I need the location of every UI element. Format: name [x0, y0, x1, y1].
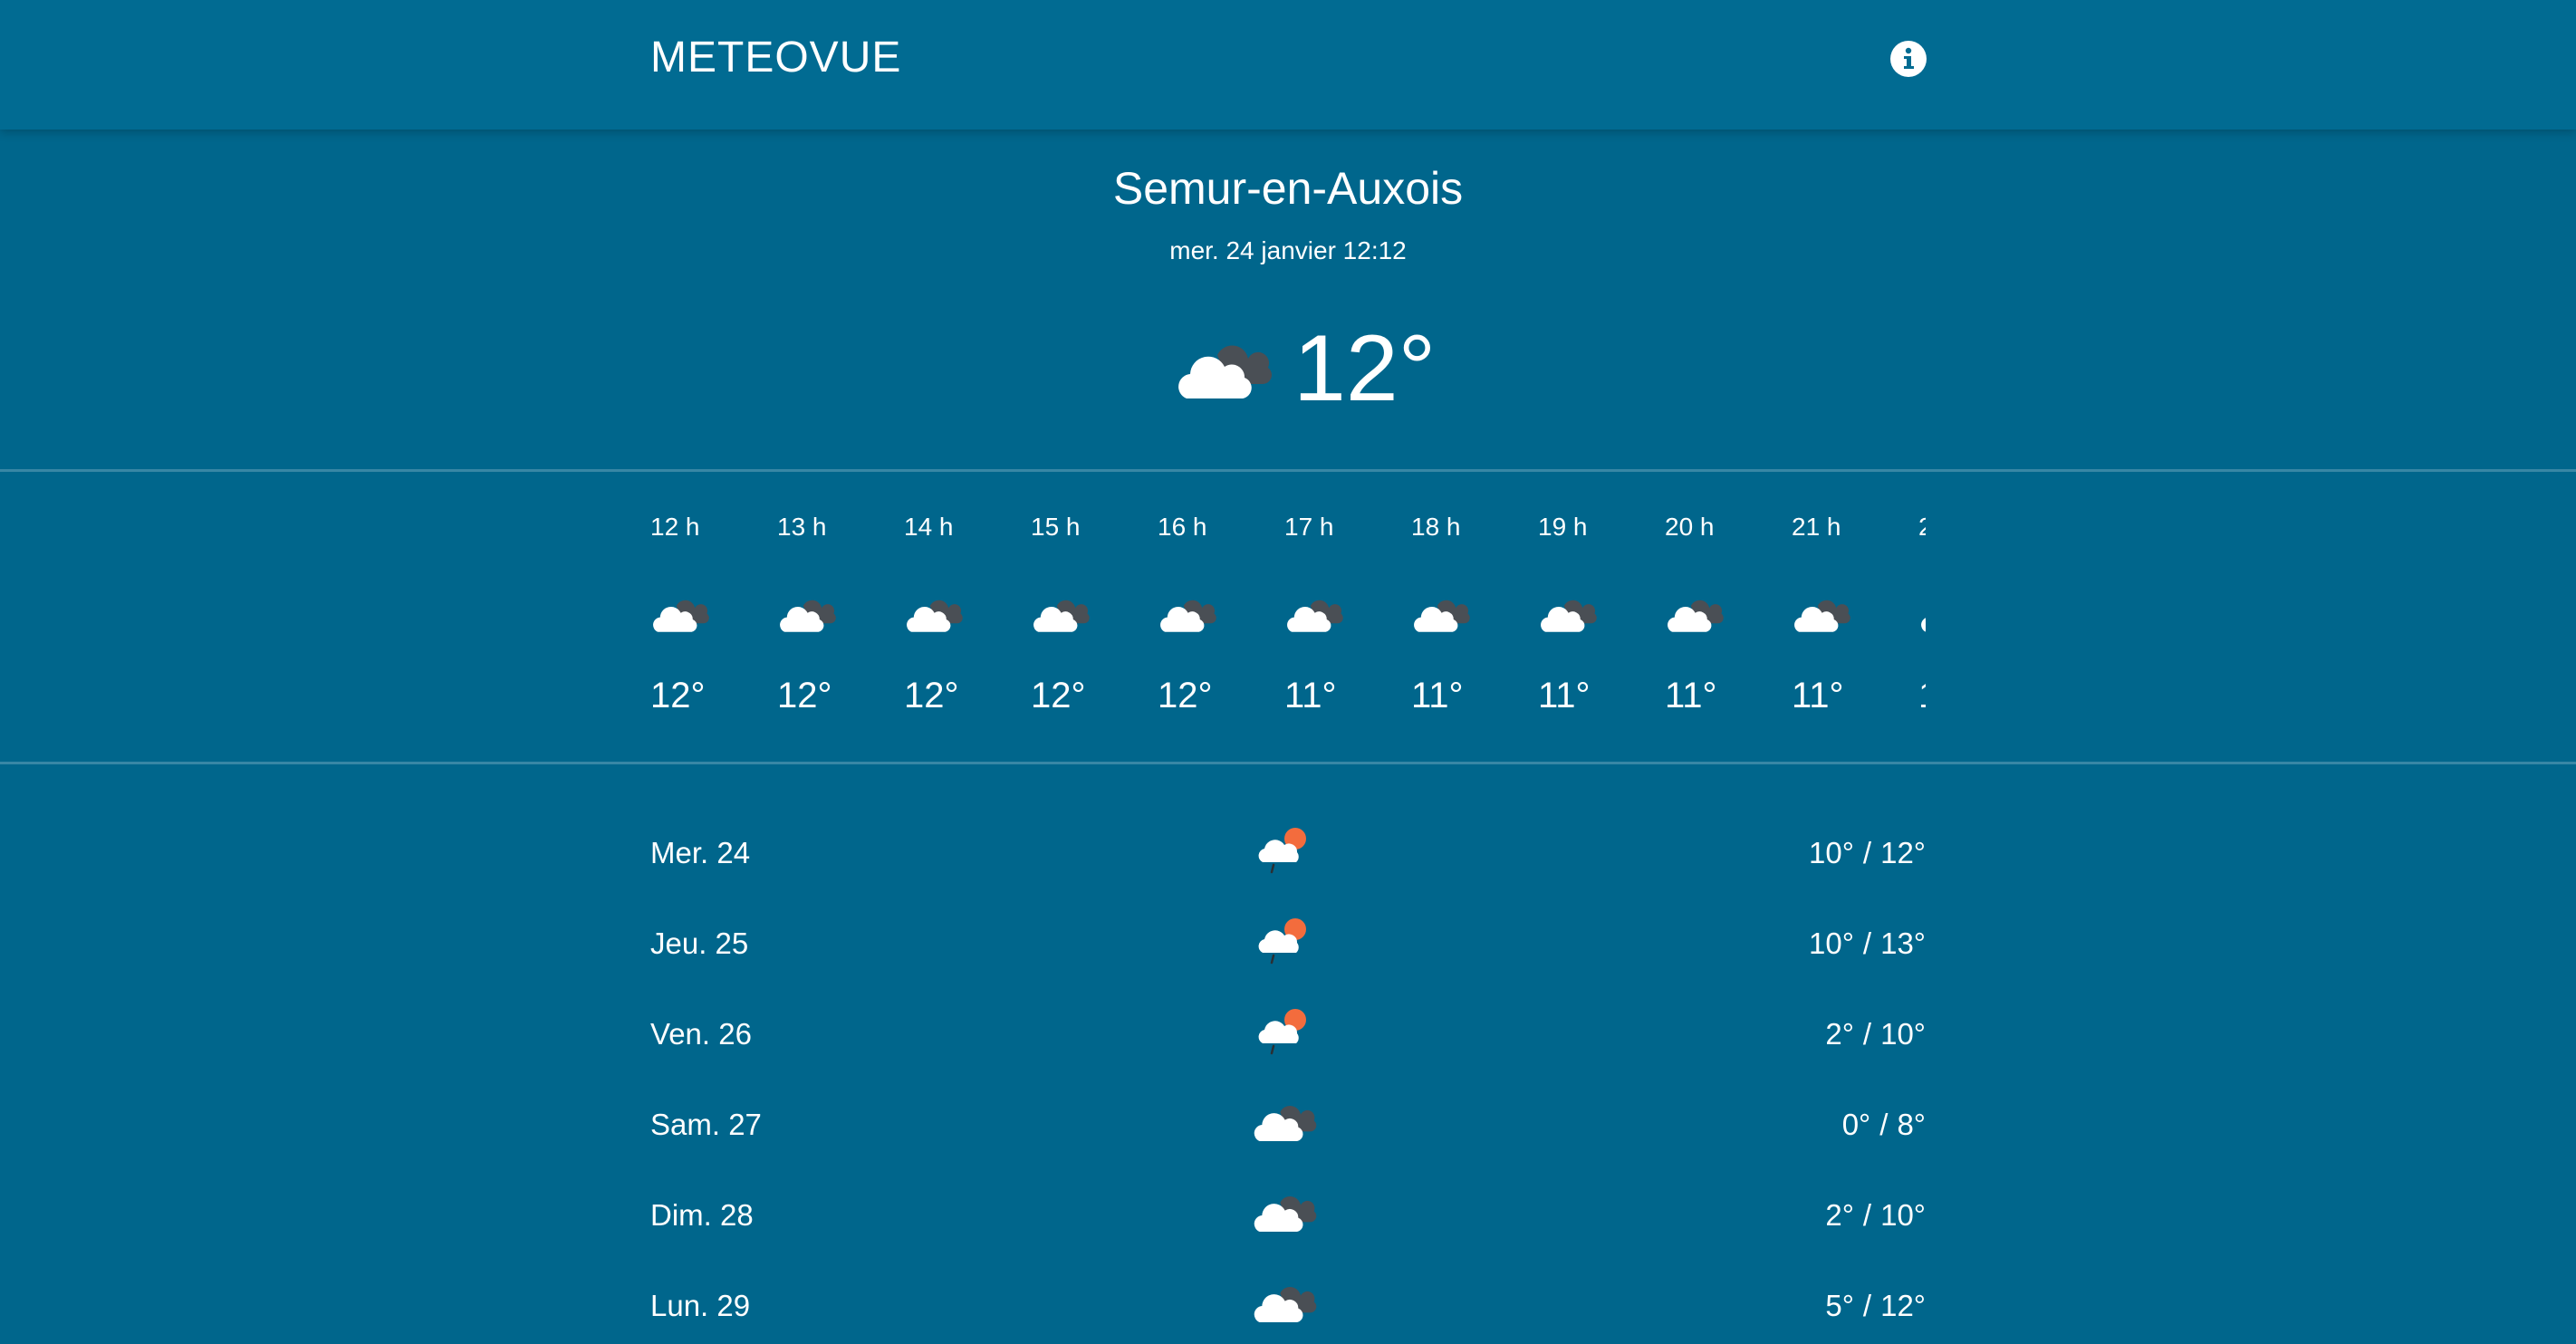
range-separator: / — [1862, 926, 1872, 960]
info-button[interactable] — [1890, 41, 1927, 77]
cloudy-icon — [1792, 590, 1851, 635]
hour-temperature: 11° — [1411, 676, 1464, 715]
app-logo[interactable]: METEOVUE — [650, 33, 901, 83]
cloudy-icon — [650, 590, 710, 635]
hour-label: 15 h — [1031, 513, 1081, 541]
hour-item: 16 h 12° — [1158, 494, 1230, 738]
day-row[interactable]: Lun. 29 5°/12° — [650, 1268, 1926, 1340]
min-temperature: 10° — [1809, 836, 1854, 869]
temperature-range: 2°/10° — [1825, 1016, 1926, 1052]
hour-temperature: 11° — [1665, 676, 1717, 715]
current-datetime: mer. 24 janvier 12:12 — [1169, 236, 1407, 264]
hour-label: 18 h — [1411, 513, 1461, 541]
cloudy-icon — [1538, 590, 1598, 635]
day-row[interactable]: Sam. 27 0°/8° — [650, 1087, 1926, 1159]
cloudy-icon — [904, 590, 964, 635]
app-header: METEOVUE — [0, 0, 2576, 130]
max-temperature: 10° — [1880, 1198, 1926, 1232]
hour-label: 22 h — [1918, 513, 1926, 541]
range-separator: / — [1862, 1017, 1872, 1051]
max-temperature: 13° — [1880, 926, 1926, 960]
hour-label: 21 h — [1792, 513, 1841, 541]
hour-temperature: 12° — [650, 676, 706, 715]
hour-label: 14 h — [904, 513, 954, 541]
max-temperature: 12° — [1880, 836, 1926, 869]
temperature-range: 2°/10° — [1825, 1197, 1926, 1234]
current-temperature: 12° — [1293, 316, 1437, 421]
day-label: Mer. 24 — [650, 836, 751, 869]
min-temperature: 2° — [1825, 1017, 1854, 1051]
day-row[interactable]: Mer. 24 10°/12° — [650, 815, 1926, 888]
day-label: Ven. 26 — [650, 1017, 752, 1051]
temperature-range: 10°/13° — [1809, 926, 1926, 962]
hour-temperature: 11° — [1284, 676, 1337, 715]
hour-temperature: 12° — [1158, 676, 1213, 715]
temperature-range: 10°/12° — [1809, 835, 1926, 871]
hour-temperature: 12° — [777, 676, 832, 715]
min-temperature: 2° — [1825, 1198, 1854, 1232]
range-separator: / — [1862, 1198, 1872, 1232]
hour-label: 17 h — [1284, 513, 1334, 541]
hour-temperature: 11° — [1792, 676, 1844, 715]
temperature-range: 5°/12° — [1825, 1288, 1926, 1324]
day-row[interactable]: Ven. 26 2°/10° — [650, 996, 1926, 1069]
cloudy-icon — [777, 590, 837, 635]
city-name: Semur-en-Auxois — [1112, 163, 1464, 214]
hour-item: 19 h 11° — [1538, 494, 1610, 738]
day-row[interactable]: Dim. 28 2°/10° — [650, 1177, 1926, 1250]
day-label: Lun. 29 — [650, 1289, 751, 1322]
hour-item: 18 h 11° — [1411, 494, 1484, 738]
cloudy-icon — [1918, 590, 1926, 635]
hourly-forecast[interactable]: 12 h 12° 13 h 12° 14 h 12° 15 h 12° 16 h 12° 17 h1… — [650, 494, 1926, 738]
info-icon — [1904, 47, 1914, 69]
hour-temperature: 11° — [1538, 676, 1591, 715]
min-temperature: 5° — [1825, 1289, 1854, 1322]
cloudy-icon — [1665, 590, 1725, 635]
cloudy-icon — [1174, 328, 1274, 409]
cloudy-icon — [1250, 1275, 1319, 1330]
hour-label: 13 h — [777, 513, 827, 541]
rain-sun-icon — [1250, 1003, 1319, 1058]
cloudy-icon — [1250, 1094, 1319, 1148]
cloudy-icon — [1031, 590, 1091, 635]
day-label: Sam. 27 — [650, 1108, 762, 1141]
day-row[interactable]: Jeu. 25 10°/13° — [650, 906, 1926, 978]
min-temperature: 0° — [1841, 1108, 1871, 1141]
rain-sun-icon — [1250, 822, 1319, 877]
max-temperature: 12° — [1880, 1289, 1926, 1322]
max-temperature: 8° — [1897, 1108, 1926, 1141]
day-label: Dim. 28 — [650, 1198, 754, 1232]
hour-label: 19 h — [1538, 513, 1588, 541]
hour-item: 22 h 11° — [1918, 494, 1926, 738]
current-conditions: 12° — [1174, 319, 1436, 418]
hour-item: 20 h 11° — [1665, 494, 1737, 738]
temperature-range: 0°/8° — [1842, 1107, 1926, 1143]
hour-item: 13 h 12° — [777, 494, 850, 738]
hour-item: 12 h 12° — [650, 494, 723, 738]
day-label: Jeu. 25 — [650, 926, 749, 960]
cloudy-icon — [1250, 1185, 1319, 1239]
divider-bottom — [0, 762, 2576, 764]
cloudy-icon — [1411, 590, 1471, 635]
cloudy-icon — [1284, 590, 1344, 635]
hour-item: 17 h 11° — [1284, 494, 1357, 738]
range-separator: / — [1862, 836, 1872, 869]
cloudy-icon — [1158, 590, 1217, 635]
min-temperature: 10° — [1809, 926, 1854, 960]
max-temperature: 10° — [1880, 1017, 1926, 1051]
hour-label: 12 h — [650, 513, 700, 541]
hour-label: 20 h — [1665, 513, 1715, 541]
rain-sun-icon — [1250, 913, 1319, 967]
range-separator: / — [1879, 1108, 1889, 1141]
hour-item: 14 h 12° — [904, 494, 976, 738]
hour-temperature: 11° — [1918, 675, 1926, 716]
divider-top — [0, 469, 2576, 472]
hour-temperature: 12° — [904, 676, 959, 715]
range-separator: / — [1862, 1289, 1872, 1322]
hour-item: 15 h 12° — [1031, 494, 1103, 738]
hour-temperature: 12° — [1031, 676, 1086, 715]
hour-label: 16 h — [1158, 513, 1207, 541]
hour-item: 21 h 11° — [1792, 494, 1864, 738]
